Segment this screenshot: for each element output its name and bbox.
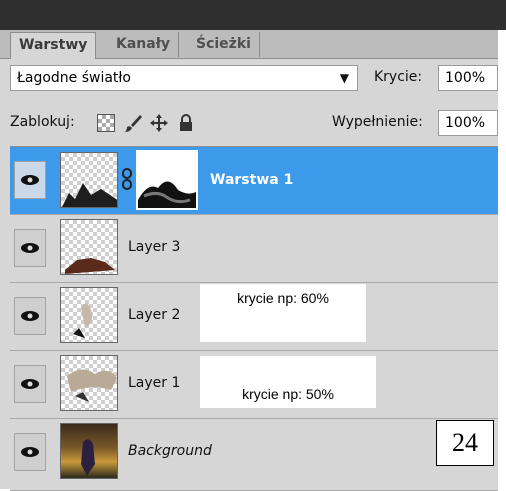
panel-tabs: Warstwy Kanały Ścieżki [0,30,506,59]
layer-name[interactable]: Warstwa 1 [210,172,293,188]
opacity-label: Krycie: [374,69,423,85]
layer-thumbnail[interactable] [60,219,118,275]
annotation-layer2-opacity: krycie np: 60% [200,284,366,342]
lock-label: Zablokuj: [10,114,75,130]
dropdown-caret-icon: ▼ [339,71,349,85]
layer-thumbnail[interactable] [60,355,118,411]
layer-thumbnail[interactable] [60,423,118,479]
fill-label: Wypełnienie: [332,114,423,130]
layer-name[interactable]: Layer 3 [128,239,180,255]
fill-input[interactable]: 100% [438,110,498,136]
eye-icon[interactable] [14,161,46,199]
lock-transparent-icon[interactable] [97,114,115,132]
move-icon[interactable] [148,112,170,134]
layer-thumbnail[interactable] [60,152,118,208]
eye-icon[interactable] [14,365,46,403]
brush-icon[interactable] [122,112,144,134]
layers-panel: Warstwy Kanały Ścieżki Łagodne światło ▼… [0,0,506,491]
eye-icon[interactable] [14,229,46,267]
blend-mode-select[interactable]: Łagodne światło ▼ [10,65,358,91]
layer-row-layer-3[interactable]: Layer 3 [10,215,498,283]
tab-paths[interactable]: Ścieżki [188,32,260,57]
layer-row-background[interactable]: Background [10,419,498,491]
layer-name[interactable]: Layer 2 [128,307,180,323]
panel-titlebar[interactable] [0,0,506,30]
panel-right-edge [498,30,506,489]
layer-row-warstwa-1[interactable]: Warstwa 1 [10,147,498,215]
layer-mask-thumbnail[interactable] [136,150,198,210]
layer-thumbnail[interactable] [60,287,118,343]
layer-name[interactable]: Layer 1 [128,375,180,391]
eye-icon[interactable] [14,297,46,335]
tab-channels[interactable]: Kanały [108,32,180,57]
link-icon[interactable] [120,165,134,193]
blend-mode-value: Łagodne światło [17,70,131,86]
blend-row: Łagodne światło ▼ Krycie: 100% [10,63,498,95]
lock-icon[interactable] [176,112,196,134]
annotation-layer1-opacity: krycie np: 50% [200,356,376,408]
page-number: 24 [436,420,494,466]
opacity-input[interactable]: 100% [438,65,498,91]
lock-row: Zablokuj: Wypełnienie: 100% [10,108,498,140]
tab-layers[interactable]: Warstwy [10,32,97,59]
eye-icon[interactable] [14,433,46,471]
layer-name[interactable]: Background [128,443,212,459]
